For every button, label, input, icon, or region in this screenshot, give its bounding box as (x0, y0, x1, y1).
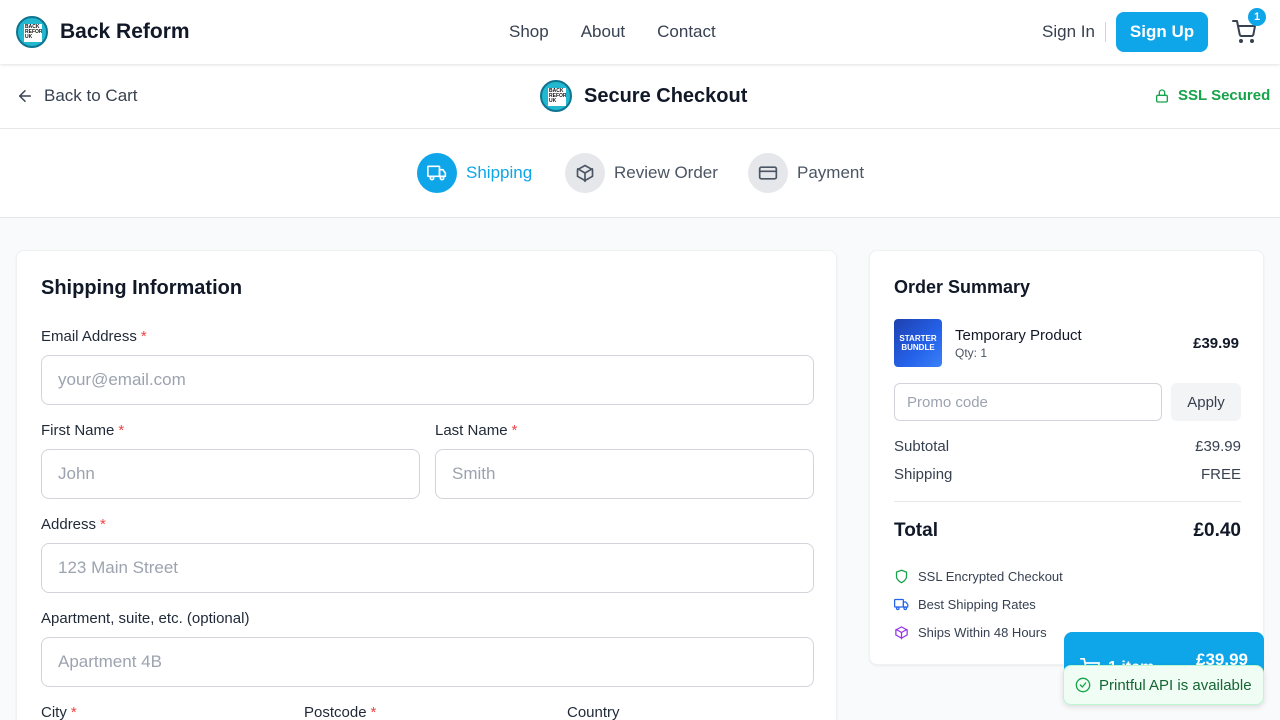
nav-link-about[interactable]: About (581, 22, 625, 42)
feature-ssl-label: SSL Encrypted Checkout (918, 569, 1063, 584)
step-shipping[interactable]: Shipping (417, 153, 532, 193)
feature-shipping-label: Best Shipping Rates (918, 597, 1036, 612)
main-nav: Shop About Contact (509, 22, 716, 42)
step-review-order-label: Review Order (614, 163, 718, 182)
checkout-steps: Shipping Review Order Payment (0, 129, 1280, 218)
product-name: Temporary Product (955, 327, 1082, 344)
subtotal-value: £39.99 (1195, 438, 1241, 455)
last-name-field[interactable] (435, 449, 814, 499)
promo-code-input[interactable] (894, 383, 1162, 421)
product-qty: Qty: 1 (955, 346, 988, 360)
ssl-secured-badge: SSL Secured (1154, 87, 1270, 104)
feature-shipping: Best Shipping Rates (894, 597, 1036, 612)
subtotal-row: Subtotal £39.99 (894, 438, 1241, 455)
city-label-text: City (41, 704, 67, 720)
nav-divider (1105, 22, 1106, 42)
credit-card-icon (748, 153, 788, 193)
shipping-info-title: Shipping Information (41, 277, 243, 299)
summary-divider (894, 501, 1241, 502)
subtotal-label: Subtotal (894, 438, 950, 455)
arrow-left-icon (19, 90, 31, 102)
cart-count-badge: 1 (1248, 8, 1266, 26)
brand[interactable]: BACK REFORM UK Back Reform (16, 16, 190, 48)
apartment-field[interactable] (41, 637, 814, 687)
required-mark: * (511, 422, 518, 439)
city-label: City * (41, 704, 77, 720)
truck-icon (417, 153, 457, 193)
check-circle-icon (1075, 677, 1091, 693)
package-icon (895, 626, 908, 640)
first-name-label: First Name * (41, 422, 124, 439)
step-review-order[interactable]: Review Order (565, 153, 718, 193)
checkout-title-text: Secure Checkout (584, 84, 748, 107)
required-mark: * (100, 516, 106, 533)
lock-icon (1156, 88, 1168, 103)
back-to-cart-link[interactable]: Back to Cart (16, 86, 138, 106)
shipping-info-card: Shipping Information Email Address* Firs… (16, 250, 837, 720)
nav-link-contact[interactable]: Contact (657, 22, 716, 42)
product-thumbnail: STARTER BUNDLE (894, 319, 942, 367)
toast-message: Printful API is available (1099, 676, 1252, 694)
address-field[interactable] (41, 543, 814, 593)
ssl-secured-label: SSL Secured (1178, 87, 1271, 104)
email-label: Email Address * (41, 328, 147, 345)
shipping-label: Shipping (894, 466, 953, 483)
apply-promo-button[interactable]: Apply (1171, 383, 1241, 421)
shield-icon (895, 569, 908, 584)
step-payment[interactable]: Payment (748, 153, 864, 193)
shipping-row: Shipping FREE (894, 466, 1241, 483)
feature-ssl: SSL Encrypted Checkout (894, 569, 1063, 584)
required-mark: * (370, 704, 377, 720)
postcode-label: Postcode * (304, 704, 376, 720)
required-mark: * (70, 704, 77, 720)
first-name-field[interactable] (41, 449, 420, 499)
status-toast: Printful API is available (1063, 665, 1264, 705)
total-row: Total £0.40 (894, 520, 1241, 542)
last-name-label: Last Name * (435, 422, 517, 439)
checkout-logo: BACK REFORM UK (540, 80, 572, 112)
order-summary-title: Order Summary (894, 277, 1031, 297)
top-navbar: BACK REFORM UK Back Reform Shop About Co… (0, 0, 1280, 64)
feature-dispatch-label: Ships Within 48 Hours (918, 625, 1047, 640)
total-value: £0.40 (1193, 520, 1241, 541)
sign-up-button[interactable]: Sign Up (1116, 12, 1208, 52)
first-name-label-text: First Name (41, 422, 115, 439)
order-summary-card: Order Summary STARTER BUNDLE Temporary P… (869, 250, 1264, 665)
required-mark: * (118, 422, 125, 439)
package-icon (565, 153, 605, 193)
apartment-label: Apartment, suite, etc. (optional) (41, 610, 250, 627)
required-mark: * (140, 328, 147, 345)
address-label: Address * (41, 516, 106, 533)
nav-link-shop[interactable]: Shop (509, 22, 549, 42)
step-payment-label: Payment (797, 163, 865, 182)
shipping-value: FREE (1200, 466, 1241, 483)
truck-icon (894, 598, 909, 611)
checkout-header: Back to Cart BACK REFORM UK Secure Check… (0, 64, 1280, 129)
back-to-cart-label: Back to Cart (44, 86, 138, 105)
checkout-logo-text: BACK REFORM UK (548, 88, 566, 106)
checkout-title: BACK REFORM UK Secure Checkout (540, 80, 747, 112)
feature-dispatch: Ships Within 48 Hours (894, 625, 1047, 640)
logo-text: BACK REFORM UK (24, 24, 42, 42)
address-label-text: Address (41, 516, 97, 533)
brand-name: Back Reform (60, 20, 190, 43)
product-price: £39.99 (1193, 335, 1239, 352)
last-name-label-text: Last Name (435, 422, 508, 439)
total-label: Total (894, 520, 938, 541)
sign-in-link[interactable]: Sign In (1042, 22, 1095, 42)
email-field[interactable] (41, 355, 814, 405)
country-label: Country (567, 704, 620, 720)
postcode-label-text: Postcode (304, 704, 367, 720)
brand-logo: BACK REFORM UK (16, 16, 48, 48)
step-shipping-label: Shipping (466, 163, 533, 182)
email-label-text: Email Address (41, 328, 137, 345)
